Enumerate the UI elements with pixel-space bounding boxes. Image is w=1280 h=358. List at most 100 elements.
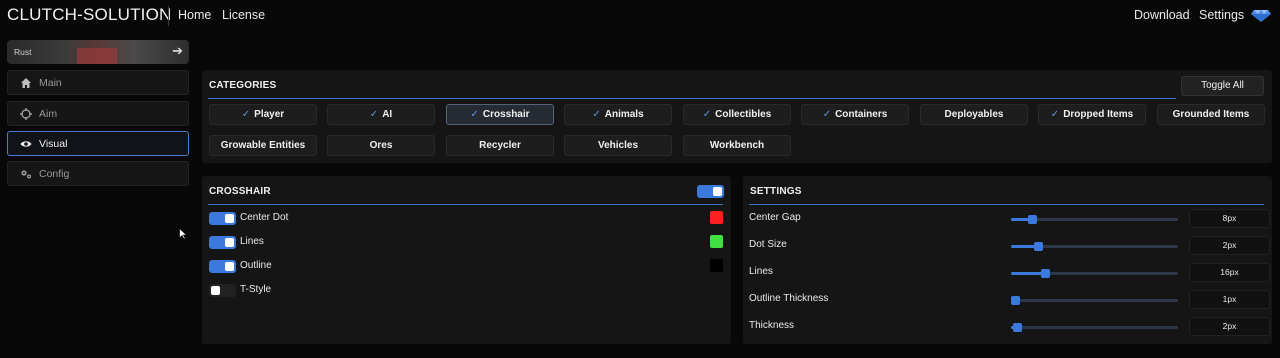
category-collectibles-button[interactable]: ✓ Collectibles — [683, 104, 791, 125]
outline-color-swatch[interactable] — [710, 259, 723, 272]
setting-label: Outline Thickness — [749, 293, 829, 304]
slider-track[interactable] — [1011, 296, 1178, 305]
check-icon: ✓ — [592, 109, 601, 120]
nav-download-link[interactable]: Download — [1134, 8, 1190, 22]
nav-settings-link[interactable]: Settings — [1199, 8, 1244, 22]
setting-value-box[interactable]: 2px — [1189, 236, 1270, 255]
center-dot-color-swatch[interactable] — [710, 211, 723, 224]
setting-row: Thickness 2px — [749, 317, 1270, 337]
categories-panel: CATEGORIES Toggle All ✓ Player ✓ AI ✓ Crossha… — [202, 70, 1272, 163]
setting-value-box[interactable]: 2px — [1189, 317, 1270, 336]
option-center-dot: Center Dot — [209, 211, 724, 227]
setting-row: Dot Size 2px — [749, 236, 1270, 256]
category-dropped-items-button[interactable]: ✓ Dropped Items — [1038, 104, 1146, 125]
slider-track[interactable] — [1011, 215, 1178, 224]
category-deployables-button[interactable]: Deployables — [920, 104, 1028, 125]
setting-label: Lines — [749, 266, 773, 277]
toggle-knob — [225, 262, 234, 271]
sidebar-item-main[interactable]: Main — [7, 70, 189, 95]
brand-divider — [168, 6, 169, 26]
slider-thumb[interactable] — [1013, 323, 1022, 332]
center-dot-toggle[interactable] — [209, 212, 236, 225]
check-icon: ✓ — [241, 109, 251, 120]
nav-home-link[interactable]: Home — [178, 8, 211, 22]
check-icon: ✓ — [470, 109, 479, 120]
setting-label: Dot Size — [749, 239, 787, 250]
setting-value-box[interactable]: 8px — [1189, 209, 1270, 228]
sidebar-item-label: Main — [39, 77, 62, 89]
category-label: Dropped Items — [1063, 109, 1134, 120]
arrow-right-icon[interactable]: ➔ — [172, 43, 183, 59]
settings-panel: SETTINGS Center Gap 8px Dot Size 2px Lines 16… — [743, 176, 1272, 344]
crosshair-icon — [20, 108, 32, 120]
category-label: Vehicles — [597, 140, 639, 151]
game-label: Rust — [14, 47, 32, 57]
check-icon: ✓ — [369, 109, 379, 120]
slider-thumb[interactable] — [1011, 296, 1020, 305]
slider-track[interactable] — [1011, 269, 1178, 278]
setting-label: Center Gap — [749, 212, 801, 223]
mouse-cursor-icon — [179, 228, 187, 240]
lines-color-swatch[interactable] — [710, 235, 723, 248]
category-containers-button[interactable]: ✓ Containers — [801, 104, 909, 125]
category-label: Ores — [369, 140, 393, 151]
gears-icon — [21, 170, 31, 179]
home-icon — [21, 78, 31, 88]
option-label: T-Style — [240, 284, 272, 295]
category-vehicles-button[interactable]: Vehicles — [564, 135, 672, 156]
top-bar: CLUTCH-SOLUTION Home License Download Se… — [0, 0, 1280, 32]
sidebar-item-visual[interactable]: Visual — [7, 131, 189, 156]
option-t-style: T-Style — [209, 283, 724, 299]
brand-logo: CLUTCH-SOLUTION — [7, 5, 172, 24]
category-label: Recycler — [479, 140, 521, 151]
category-label: Crosshair — [482, 109, 530, 120]
crosshair-enable-toggle[interactable] — [697, 185, 724, 198]
slider-track[interactable] — [1011, 242, 1178, 251]
setting-row: Outline Thickness 1px — [749, 290, 1270, 310]
lines-toggle[interactable] — [209, 236, 236, 249]
sidebar-item-label: Aim — [39, 108, 58, 120]
category-crosshair-button[interactable]: ✓ Crosshair — [446, 104, 554, 125]
toggle-all-button[interactable]: Toggle All — [1181, 76, 1264, 96]
crosshair-panel: CROSSHAIR Center Dot Lines Outline T-Sty… — [202, 176, 731, 344]
category-growable-entities-button[interactable]: Growable Entities — [209, 135, 317, 156]
setting-value-box[interactable]: 1px — [1189, 290, 1270, 309]
category-grounded-items-button[interactable]: Grounded Items — [1157, 104, 1265, 125]
setting-label: Thickness — [749, 320, 795, 331]
slider-track[interactable] — [1011, 323, 1178, 332]
sidebar-item-aim[interactable]: Aim — [7, 101, 189, 126]
slider-thumb[interactable] — [1028, 215, 1037, 224]
category-ores-button[interactable]: Ores — [327, 135, 435, 156]
category-player-button[interactable]: ✓ Player — [209, 104, 317, 125]
game-selector[interactable]: Rust ➔ — [7, 40, 189, 64]
category-ai-button[interactable]: ✓ AI — [327, 104, 435, 125]
settings-title: SETTINGS — [750, 186, 802, 197]
category-label: Collectibles — [715, 109, 772, 120]
toggle-knob — [225, 214, 234, 223]
game-banner-art — [77, 48, 117, 64]
option-label: Center Dot — [240, 212, 289, 223]
sidebar-item-config[interactable]: Config — [7, 161, 189, 186]
category-workbench-button[interactable]: Workbench — [683, 135, 791, 156]
category-animals-button[interactable]: ✓ Animals — [564, 104, 672, 125]
sidebar-item-label: Visual — [39, 138, 68, 150]
diamond-icon[interactable] — [1250, 9, 1272, 23]
toggle-knob — [211, 286, 220, 295]
nav-license-link[interactable]: License — [222, 8, 265, 22]
toggle-knob — [225, 238, 234, 247]
category-label: Player — [254, 109, 285, 120]
check-icon: ✓ — [822, 109, 832, 120]
category-recycler-button[interactable]: Recycler — [446, 135, 554, 156]
option-outline: Outline — [209, 259, 724, 275]
eye-icon — [20, 141, 32, 147]
setting-value-box[interactable]: 16px — [1189, 263, 1270, 282]
slider-thumb[interactable] — [1034, 242, 1043, 251]
check-icon: ✓ — [702, 109, 712, 120]
crosshair-divider — [208, 204, 723, 205]
outline-toggle[interactable] — [209, 260, 236, 273]
slider-thumb[interactable] — [1041, 269, 1050, 278]
option-lines: Lines — [209, 235, 724, 251]
t-style-toggle[interactable] — [209, 284, 236, 297]
category-label: Deployables — [944, 109, 1004, 120]
categories-divider — [208, 98, 1176, 99]
